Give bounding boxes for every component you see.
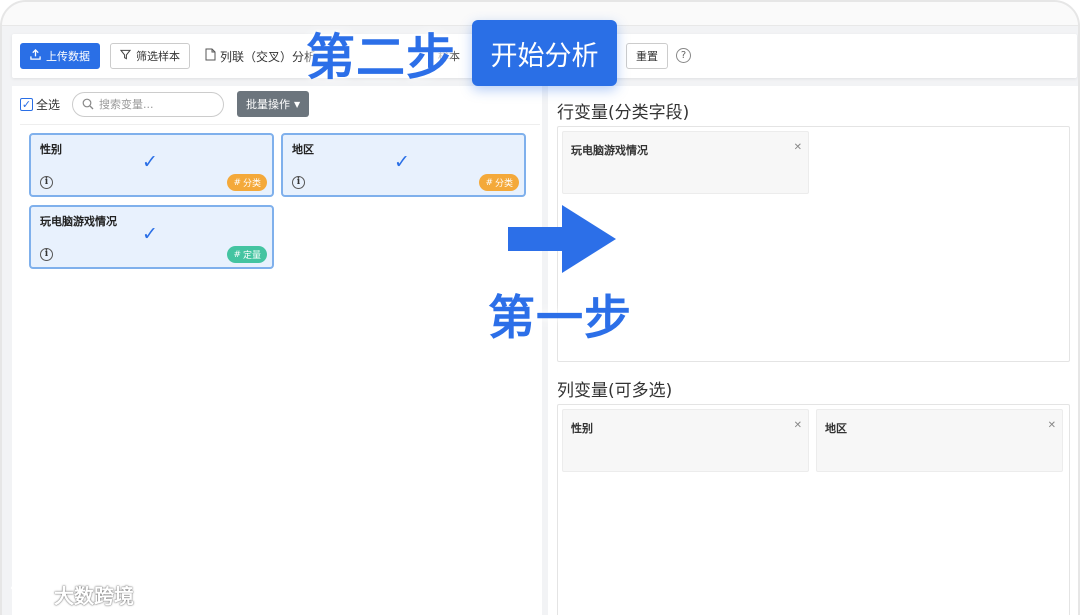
row-variable-title: 行变量(分类字段) bbox=[557, 103, 690, 123]
upload-data-button[interactable]: 上传数据 bbox=[20, 43, 100, 69]
caret-down-icon: ▼ bbox=[294, 99, 301, 109]
checkmark-icon: ✓ bbox=[394, 151, 410, 173]
upload-icon bbox=[30, 49, 41, 63]
info-icon[interactable]: i bbox=[40, 176, 53, 189]
reset-button[interactable]: 重置 bbox=[626, 43, 668, 69]
variable-type-text: 定量 bbox=[242, 251, 261, 261]
filter-icon bbox=[119, 49, 132, 63]
column-variable-name: 性别 bbox=[571, 422, 593, 435]
reset-label: 重置 bbox=[636, 50, 658, 63]
batch-actions-dropdown[interactable]: 批量操作 ▼ bbox=[237, 91, 310, 117]
step-two-annotation: 第二步 bbox=[306, 29, 457, 86]
column-variable-title: 列变量(可多选) bbox=[557, 381, 673, 401]
column-variable-item[interactable]: 性别 ✕ bbox=[562, 409, 809, 472]
variable-search[interactable] bbox=[72, 92, 224, 117]
row-variable-dropzone[interactable]: 玩电脑游戏情况 ✕ bbox=[557, 126, 1070, 362]
watermark: 大数跨境 bbox=[10, 578, 134, 611]
checkmark-icon: ✓ bbox=[142, 151, 158, 173]
variable-type-text: 分类 bbox=[494, 179, 513, 189]
variable-type-badge: # 分类 bbox=[227, 174, 267, 191]
close-icon[interactable]: ✕ bbox=[794, 142, 802, 153]
variable-type-badge: # 分类 bbox=[479, 174, 519, 191]
close-icon[interactable]: ✕ bbox=[1048, 420, 1056, 431]
variable-card-gender[interactable]: 性别 ✓ i # 分类 bbox=[29, 133, 274, 197]
row-variable-item[interactable]: 玩电脑游戏情况 ✕ bbox=[562, 131, 809, 194]
close-icon[interactable]: ✕ bbox=[794, 420, 802, 431]
step-one-annotation: 第一步 bbox=[488, 291, 632, 346]
variable-name: 性别 bbox=[40, 143, 62, 156]
select-all[interactable]: ✓ 全选 bbox=[20, 96, 60, 113]
info-icon[interactable]: i bbox=[292, 176, 305, 189]
row-variable-name: 玩电脑游戏情况 bbox=[571, 144, 648, 157]
document-icon bbox=[205, 48, 216, 64]
checkmark-icon: ✓ bbox=[142, 223, 158, 245]
column-variable-item[interactable]: 地区 ✕ bbox=[816, 409, 1063, 472]
filter-samples-button[interactable]: 筛选样本 bbox=[110, 43, 190, 69]
hash-icon: # bbox=[233, 249, 241, 260]
analysis-type-label: 列联（交叉）分析 bbox=[205, 43, 316, 69]
variable-grid: 性别 ✓ i # 分类 地区 ✓ i # 分类 玩电脑游戏情况 ✓ i # 定量 bbox=[20, 124, 540, 615]
variable-type-text: 分类 bbox=[242, 179, 261, 189]
variable-type-badge: # 定量 bbox=[227, 246, 267, 263]
watermark-text: 大数跨境 bbox=[54, 584, 134, 608]
column-variable-name: 地区 bbox=[825, 422, 847, 435]
variable-list-panel: ✓ 全选 批量操作 ▼ 性别 ✓ i # 分类 地区 bbox=[12, 86, 542, 615]
search-input[interactable] bbox=[99, 98, 209, 111]
variable-name: 玩电脑游戏情况 bbox=[40, 215, 117, 228]
filter-samples-label: 筛选样本 bbox=[136, 50, 180, 63]
info-icon[interactable]: i bbox=[40, 248, 53, 261]
hash-icon: # bbox=[233, 177, 241, 188]
help-icon[interactable]: ? bbox=[676, 48, 691, 63]
analysis-type-text: 列联（交叉）分析 bbox=[220, 49, 317, 64]
search-icon bbox=[82, 95, 94, 114]
variable-assignment-panel: 行变量(分类字段) 玩电脑游戏情况 ✕ 列变量(可多选) 性别 ✕ 地区 ✕ bbox=[548, 86, 1078, 615]
variable-card-gaming[interactable]: 玩电脑游戏情况 ✓ i # 定量 bbox=[29, 205, 274, 269]
select-all-checkbox[interactable]: ✓ bbox=[20, 98, 33, 111]
brand-logo-icon bbox=[10, 578, 48, 611]
batch-actions-label: 批量操作 bbox=[246, 98, 290, 111]
arrow-right-icon bbox=[506, 203, 618, 279]
variable-name: 地区 bbox=[292, 143, 314, 156]
start-analysis-button[interactable]: 开始分析 bbox=[472, 20, 617, 86]
hash-icon: # bbox=[485, 177, 493, 188]
upload-data-label: 上传数据 bbox=[46, 50, 90, 63]
variable-card-region[interactable]: 地区 ✓ i # 分类 bbox=[281, 133, 526, 197]
select-all-label: 全选 bbox=[36, 98, 61, 112]
column-variable-dropzone[interactable]: 性别 ✕ 地区 ✕ bbox=[557, 404, 1070, 615]
